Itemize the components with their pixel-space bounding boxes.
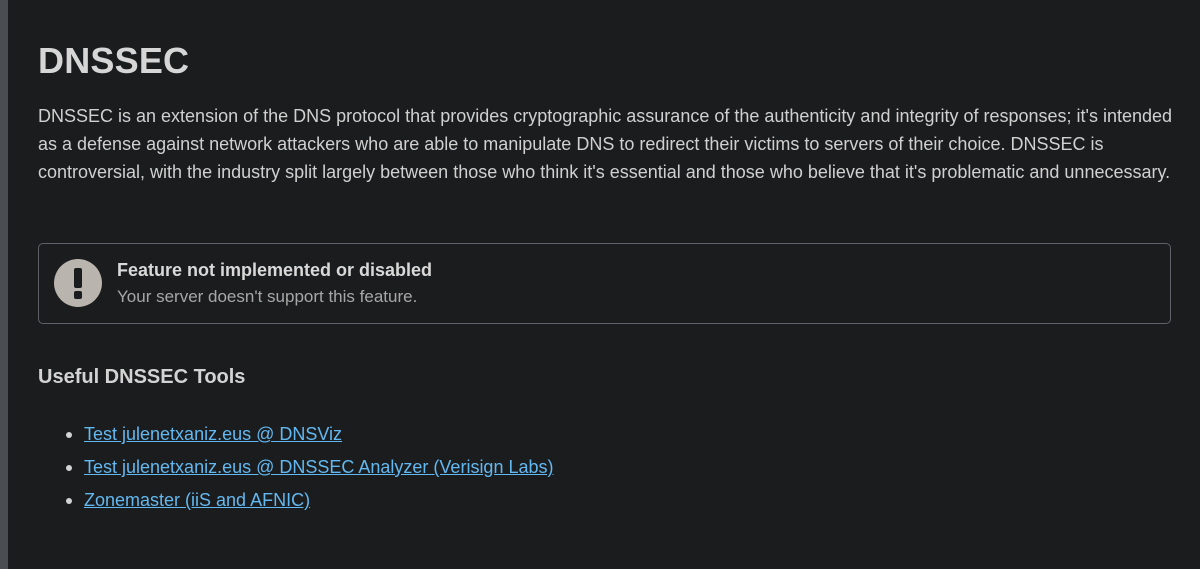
list-item: Test julenetxaniz.eus @ DNSSEC Analyzer … [66, 453, 554, 486]
alert-text: Your server doesn't support this feature… [117, 287, 418, 306]
page-title: DNSSEC [38, 40, 190, 81]
feature-disabled-alert: Feature not implemented or disabled Your… [38, 243, 1171, 324]
dnsviz-link[interactable]: Test julenetxaniz.eus @ DNSViz [84, 424, 342, 444]
left-panel-edge [0, 0, 8, 569]
list-item: Test julenetxaniz.eus @ DNSViz [66, 420, 554, 453]
zonemaster-link[interactable]: Zonemaster (iiS and AFNIC) [84, 490, 310, 510]
dnssec-analyzer-link[interactable]: Test julenetxaniz.eus @ DNSSEC Analyzer … [84, 457, 554, 477]
tools-list: Test julenetxaniz.eus @ DNSViz Test jule… [38, 420, 554, 519]
alert-title: Feature not implemented or disabled [117, 260, 433, 280]
exclamation-circle-icon [54, 259, 102, 307]
page-description: DNSSEC is an extension of the DNS protoc… [38, 106, 1173, 182]
list-item: Zonemaster (iiS and AFNIC) [66, 486, 554, 519]
tools-heading: Useful DNSSEC Tools [38, 366, 246, 388]
